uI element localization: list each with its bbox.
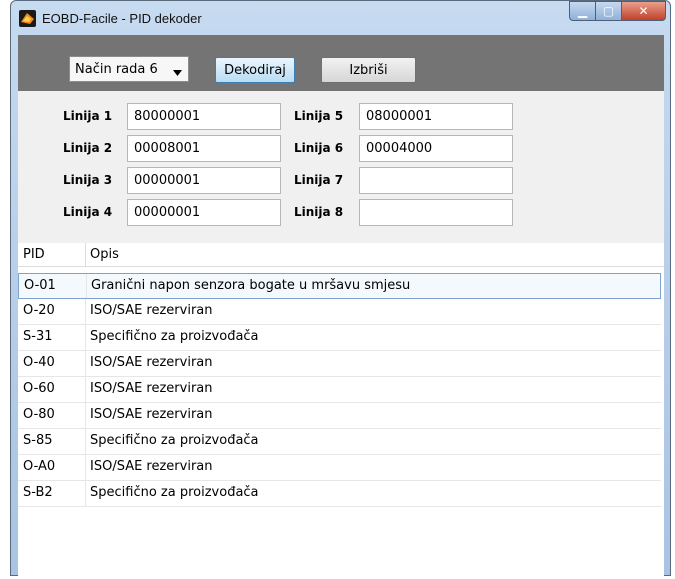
line-7-label: Linija 7 bbox=[294, 173, 344, 187]
cell-description: Specifično za proizvođača bbox=[90, 433, 259, 448]
close-icon: ✕ bbox=[638, 4, 649, 18]
line-8-label: Linija 8 bbox=[294, 205, 344, 219]
line-2-input[interactable] bbox=[127, 135, 281, 162]
cell-pid: S-31 bbox=[23, 329, 53, 344]
table-header: PID Opis bbox=[18, 243, 664, 267]
line-7-input[interactable] bbox=[359, 167, 513, 194]
close-button[interactable]: ✕ bbox=[622, 1, 666, 21]
table-row[interactable]: O-A0 ISO/SAE rezerviran bbox=[18, 455, 661, 481]
cell-description: Specifično za proizvođača bbox=[90, 485, 259, 500]
line-1-label: Linija 1 bbox=[63, 109, 113, 123]
line-5-label: Linija 5 bbox=[294, 109, 344, 123]
mode-select-value: Način rada 6 bbox=[75, 61, 158, 77]
minimize-icon: ▁ bbox=[577, 4, 588, 18]
cell-pid: O-40 bbox=[23, 355, 55, 370]
cell-description: ISO/SAE rezerviran bbox=[90, 381, 213, 396]
app-icon bbox=[19, 10, 36, 27]
toolbar: Način rada 6 Dekodiraj Izbriši bbox=[18, 35, 664, 91]
table-row[interactable]: O-40 ISO/SAE rezerviran bbox=[18, 351, 661, 377]
cell-description: ISO/SAE rezerviran bbox=[90, 459, 213, 474]
chevron-down-icon bbox=[173, 65, 182, 80]
cell-pid: S-85 bbox=[23, 433, 53, 448]
line-3-input[interactable] bbox=[127, 167, 281, 194]
window-title: EOBD-Facile - PID dekoder bbox=[42, 11, 202, 26]
cell-pid: O-01 bbox=[24, 278, 56, 293]
column-header-pid[interactable]: PID bbox=[23, 247, 45, 262]
line-4-label: Linija 4 bbox=[63, 205, 113, 219]
cell-pid: S-B2 bbox=[23, 485, 53, 500]
minimize-button[interactable]: ▁ bbox=[569, 1, 596, 21]
lines-panel: Linija 1 Linija 2 Linija 3 Linija 4 Lini… bbox=[18, 91, 664, 243]
decode-button[interactable]: Dekodiraj bbox=[215, 57, 295, 83]
cell-pid: O-60 bbox=[23, 381, 55, 396]
table-row[interactable]: S-B2 Specifično za proizvođača bbox=[18, 481, 661, 507]
line-6-input[interactable] bbox=[359, 135, 513, 162]
maximize-button[interactable]: ▢ bbox=[596, 1, 622, 21]
cell-description: ISO/SAE rezerviran bbox=[90, 407, 213, 422]
clear-button[interactable]: Izbriši bbox=[321, 57, 416, 83]
cell-pid: O-20 bbox=[23, 303, 55, 318]
line-2-label: Linija 2 bbox=[63, 141, 113, 155]
table-row[interactable]: S-31 Specifično za proizvođača bbox=[18, 325, 661, 351]
client-area: Način rada 6 Dekodiraj Izbriši Linija 1 … bbox=[18, 35, 664, 576]
column-header-opis[interactable]: Opis bbox=[90, 247, 119, 262]
table-row[interactable]: O-01 Granični napon senzora bogate u mrš… bbox=[18, 273, 661, 299]
cell-description: ISO/SAE rezerviran bbox=[90, 303, 213, 318]
app-window: EOBD-Facile - PID dekoder ▁ ▢ ✕ Način ra… bbox=[10, 0, 671, 576]
cell-description: ISO/SAE rezerviran bbox=[90, 355, 213, 370]
line-5-input[interactable] bbox=[359, 103, 513, 130]
line-3-label: Linija 3 bbox=[63, 173, 113, 187]
table-row[interactable]: O-60 ISO/SAE rezerviran bbox=[18, 377, 661, 403]
line-8-input[interactable] bbox=[359, 199, 513, 226]
cell-pid: O-A0 bbox=[23, 459, 56, 474]
title-bar[interactable]: EOBD-Facile - PID dekoder ▁ ▢ ✕ bbox=[11, 1, 670, 35]
cell-pid: O-80 bbox=[23, 407, 55, 422]
table-row[interactable]: S-85 Specifično za proizvođača bbox=[18, 429, 661, 455]
table-row[interactable]: O-20 ISO/SAE rezerviran bbox=[18, 299, 661, 325]
pid-table: PID Opis O-01 Granični napon senzora bog… bbox=[18, 243, 664, 576]
maximize-icon: ▢ bbox=[602, 4, 615, 18]
table-row[interactable]: O-80 ISO/SAE rezerviran bbox=[18, 403, 661, 429]
line-4-input[interactable] bbox=[127, 199, 281, 226]
cell-description: Specifično za proizvođača bbox=[90, 329, 259, 344]
caption-buttons: ▁ ▢ ✕ bbox=[569, 1, 666, 22]
mode-select[interactable]: Način rada 6 bbox=[69, 56, 189, 82]
line-1-input[interactable] bbox=[127, 103, 281, 130]
cell-description: Granični napon senzora bogate u mršavu s… bbox=[91, 278, 411, 293]
line-6-label: Linija 6 bbox=[294, 141, 344, 155]
